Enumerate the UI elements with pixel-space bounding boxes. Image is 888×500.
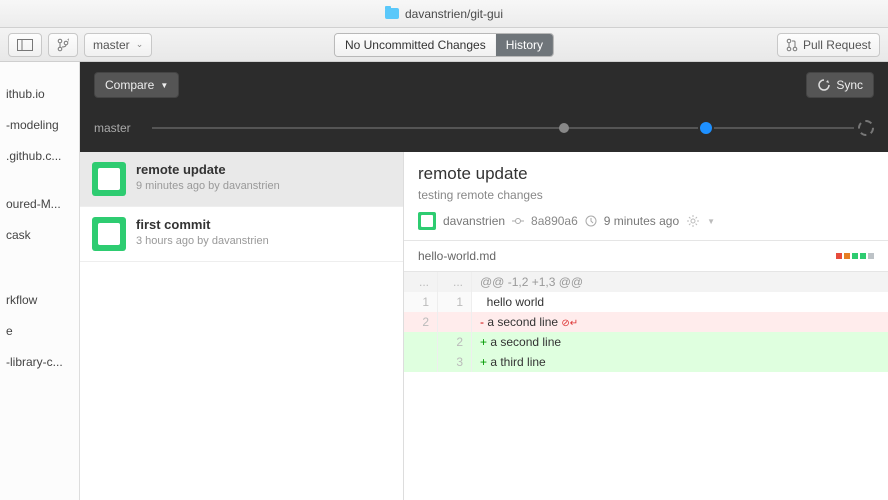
svg-text:+: + xyxy=(67,38,69,44)
branch-selector[interactable]: master ⌄ xyxy=(84,33,152,57)
commit-title: remote update xyxy=(136,162,280,177)
sidebar-repo-item[interactable]: rkflow xyxy=(0,285,79,316)
sidebar-repo-item[interactable]: e xyxy=(0,316,79,347)
sidebar-repo-item[interactable] xyxy=(0,172,79,189)
diff-line: 11hello world xyxy=(404,292,888,312)
chevron-down-icon: ▼ xyxy=(707,217,715,226)
detail-sha: 8a890a6 xyxy=(531,214,578,228)
avatar xyxy=(92,162,126,196)
avatar xyxy=(92,217,126,251)
sidebar-toggle-button[interactable] xyxy=(8,33,42,57)
sync-icon xyxy=(817,78,831,92)
sidebar-repo-item[interactable]: oured-M... xyxy=(0,189,79,220)
detail-description: testing remote changes xyxy=(418,188,874,202)
sync-button[interactable]: Sync xyxy=(806,72,874,98)
timeline-branch-label: master xyxy=(94,121,148,135)
view-segmented-control: No Uncommitted Changes History xyxy=(334,33,554,57)
sidebar-repo-item[interactable] xyxy=(0,251,79,268)
sidebar-repo-item[interactable] xyxy=(0,62,79,79)
diff-filename: hello-world.md xyxy=(418,249,496,263)
repo-sidebar: ithub.io-modeling.github.c... oured-M...c… xyxy=(0,62,80,500)
sidebar-repo-item[interactable]: .github.c... xyxy=(0,141,79,172)
sidebar-repo-item[interactable]: ithub.io xyxy=(0,79,79,110)
window-title: davanstrien/git-gui xyxy=(405,7,503,21)
sidebar-repo-item[interactable] xyxy=(0,378,79,395)
compare-button[interactable]: Compare▼ xyxy=(94,72,179,98)
sidebar-repo-item[interactable] xyxy=(0,268,79,285)
no-newline-icon: ⊘↵ xyxy=(561,318,578,329)
detail-title: remote update xyxy=(418,164,874,184)
timeline-commit-dot[interactable] xyxy=(559,123,569,133)
commit-list: remote update 9 minutes ago by davanstri… xyxy=(80,152,404,500)
pull-request-button[interactable]: Pull Request xyxy=(777,33,880,57)
commit-title: first commit xyxy=(136,217,269,232)
detail-time: 9 minutes ago xyxy=(604,214,679,228)
gear-icon[interactable] xyxy=(686,214,700,228)
timeline-endcap-icon xyxy=(858,120,874,136)
commit-meta: 3 hours ago by davanstrien xyxy=(136,235,269,247)
commit-icon xyxy=(512,215,524,227)
tab-changes[interactable]: No Uncommitted Changes xyxy=(335,34,496,56)
sidebar-repo-item[interactable]: cask xyxy=(0,220,79,251)
tab-history[interactable]: History xyxy=(496,34,553,56)
commit-detail: remote update testing remote changes dav… xyxy=(404,152,888,500)
timeline-head-dot[interactable] xyxy=(700,122,712,134)
branch-name: master xyxy=(93,38,130,52)
avatar xyxy=(418,212,436,230)
folder-icon xyxy=(385,8,399,19)
commit-item[interactable]: first commit 3 hours ago by davanstrien xyxy=(80,207,403,262)
detail-author: davanstrien xyxy=(443,214,505,228)
pull-request-label: Pull Request xyxy=(803,38,871,52)
diff-line: 2a second line xyxy=(404,332,888,352)
sidebar-repo-item[interactable]: -library-c... xyxy=(0,347,79,378)
chevron-down-icon: ⌄ xyxy=(136,39,144,50)
commit-item[interactable]: remote update 9 minutes ago by davanstri… xyxy=(80,152,403,207)
diff-line: 3a third line xyxy=(404,352,888,372)
create-branch-button[interactable]: + xyxy=(48,33,78,57)
clock-icon xyxy=(585,215,597,227)
timeline-track xyxy=(152,127,854,129)
triangle-down-icon: ▼ xyxy=(160,81,168,90)
diff-stat-icon xyxy=(836,253,874,259)
diff-hunk-header: ...... @@ -1,2 +1,3 @@ xyxy=(404,272,888,292)
compare-bar: Compare▼ Sync xyxy=(80,62,888,108)
toolbar: + master ⌄ No Uncommitted Changes Histor… xyxy=(0,28,888,62)
commit-meta: 9 minutes ago by davanstrien xyxy=(136,180,280,192)
diff-file-header[interactable]: hello-world.md xyxy=(404,241,888,272)
window-titlebar: davanstrien/git-gui xyxy=(0,0,888,28)
diff-view: ...... @@ -1,2 +1,3 @@ 11hello world2a s… xyxy=(404,272,888,372)
diff-line: 2a second line ⊘↵ xyxy=(404,312,888,332)
sidebar-repo-item[interactable]: -modeling xyxy=(0,110,79,141)
history-timeline[interactable]: master xyxy=(80,108,888,152)
